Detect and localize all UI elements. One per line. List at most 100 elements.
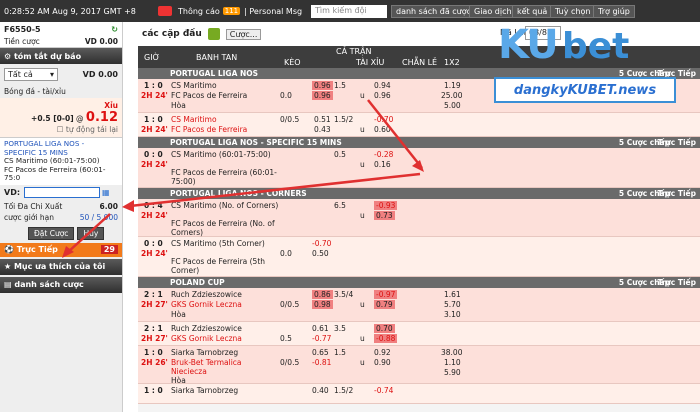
- away-team: Bruk-Bet Termalica Nieciecza: [171, 358, 242, 376]
- help-button[interactable]: Trợ giúp: [593, 5, 635, 18]
- match-score: 1 : 0: [144, 81, 163, 90]
- over-odds[interactable]: -0.93: [374, 201, 398, 210]
- under-odds[interactable]: 0.60: [374, 125, 391, 134]
- match-row: 2 : 1 2H 27' Ruch Zdzieszowice GKS Gorni…: [138, 322, 700, 346]
- under-odds[interactable]: 0.73: [374, 211, 395, 220]
- chevron-down-icon: ▾: [49, 70, 54, 79]
- league-name: POLAND CUP: [170, 278, 225, 287]
- auto-accept-checkbox[interactable]: ☐: [57, 125, 66, 134]
- team-search-input[interactable]: Tìm kiếm đội: [311, 5, 387, 18]
- home-win-odds[interactable]: 1.19: [444, 81, 461, 90]
- over-under-line: 1.5/2: [334, 386, 354, 395]
- away-win-odds[interactable]: 5.70: [444, 300, 461, 309]
- handicap-home-odds[interactable]: -0.70: [312, 239, 331, 248]
- refresh-icon[interactable]: ↻: [111, 25, 118, 34]
- calculator-icon[interactable]: ▦: [102, 188, 110, 197]
- live-link[interactable]: Trực Tiếp: [657, 137, 696, 148]
- auto-accept-label: tự động tái lại: [65, 125, 118, 134]
- handicap-away-odds[interactable]: -0.77: [312, 334, 331, 343]
- away-win-odds[interactable]: 1.10: [444, 358, 461, 367]
- bet-list-button[interactable]: danh sách đã cược: [391, 5, 477, 18]
- over-odds[interactable]: 0.92: [374, 348, 391, 357]
- under-odds[interactable]: 0.79: [374, 300, 395, 309]
- market-section: Bóng đá - tài/xỉu: [4, 87, 66, 96]
- home-team: CS Maritimo: [171, 115, 217, 124]
- live-link[interactable]: Trực Tiếp: [657, 188, 696, 199]
- under-label: u: [360, 358, 365, 367]
- results-button[interactable]: kết quả: [512, 5, 553, 18]
- match-row: 0 : 0 2H 24' CS Maritimo (5th Corner) FC…: [138, 237, 700, 277]
- cancel-bet-button[interactable]: Hủy: [77, 226, 105, 240]
- over-under-line: 1.5/2: [334, 115, 354, 124]
- home-team: CS Maritimo (5th Corner): [171, 239, 265, 248]
- handicap-away-odds[interactable]: -0.81: [312, 358, 331, 367]
- bet-list-header[interactable]: ▤ danh sách cược: [0, 276, 122, 293]
- stake-label: VD:: [4, 188, 21, 197]
- league-header[interactable]: PORTUGAL LIGA NOS - SPECIFIC 15 MINS 5 Cư…: [138, 137, 700, 148]
- home-team: Siarka Tarnobrzeg: [171, 348, 239, 357]
- handicap-away-odds[interactable]: 0.96: [312, 91, 333, 100]
- home-win-odds[interactable]: 1.61: [444, 290, 461, 299]
- refresh-icon[interactable]: [207, 28, 220, 40]
- over-odds[interactable]: 0.70: [374, 324, 395, 333]
- personal-msg-label: Personal Msg: [249, 6, 303, 16]
- league-header[interactable]: POLAND CUP 5 Cược chấp Trực Tiếp: [138, 277, 700, 288]
- match-time: 2H 24': [141, 249, 168, 258]
- match-score: 0 : 0: [144, 150, 163, 159]
- mail-icon[interactable]: [158, 6, 172, 16]
- match-time: 2H 24': [141, 211, 168, 220]
- handicap-home-odds[interactable]: 0.51: [314, 115, 331, 124]
- place-bet-button[interactable]: Đặt Cược: [28, 226, 75, 240]
- bet-odds: 0.12: [85, 110, 118, 125]
- handicap-away-odds[interactable]: 0.50: [312, 249, 329, 258]
- over-odds[interactable]: -0.70: [374, 115, 393, 124]
- under-odds[interactable]: 0.90: [374, 358, 391, 367]
- match-row: 2 : 1 2H 27' Ruch Zdzieszowice GKS Gorni…: [138, 288, 700, 322]
- credit-row: Tiền cược VD 0.00: [0, 36, 122, 48]
- handicap-away-odds[interactable]: 0.98: [312, 300, 333, 309]
- under-odds[interactable]: 0.96: [374, 91, 391, 100]
- match-score: 1 : 0: [144, 386, 163, 395]
- summary-header[interactable]: ⚙ tóm tắt dự báo: [0, 48, 122, 64]
- away-team: GKS Gornik Leczna: [171, 334, 242, 343]
- over-odds[interactable]: -0.97: [374, 290, 398, 299]
- over-odds[interactable]: -0.74: [374, 386, 393, 395]
- live-link[interactable]: Trực Tiếp: [657, 277, 696, 288]
- live-label: Trực Tiếp: [16, 245, 58, 254]
- home-team: CS Maritimo: [171, 81, 217, 90]
- handicap-home-odds[interactable]: 0.96: [312, 81, 333, 90]
- personal-msg-link[interactable]: | Personal Msg: [244, 7, 302, 16]
- handicap-home-odds[interactable]: 0.40: [312, 386, 329, 395]
- draw-odds[interactable]: 3.10: [444, 310, 461, 319]
- handicap-home-odds[interactable]: 0.65: [312, 348, 329, 357]
- favorites-header[interactable]: ★ Mục ưa thích của tôi: [0, 258, 122, 275]
- handicap-home-odds[interactable]: 0.61: [312, 324, 329, 333]
- header-full-time: CẢ TRẬN: [336, 47, 372, 56]
- draw-label: Hòa: [171, 101, 186, 110]
- options-button[interactable]: Tuỳ chọn: [550, 5, 596, 18]
- under-label: u: [360, 91, 365, 100]
- handicap-home-odds[interactable]: 0.86: [312, 290, 333, 299]
- over-odds[interactable]: 0.94: [374, 81, 391, 90]
- live-section[interactable]: ⚽ Trực Tiếp 29: [0, 242, 122, 257]
- over-under-line: 1.5: [334, 81, 346, 90]
- league-header[interactable]: PORTUGAL LIGA NOS - CORNERS 5 Cược chấp Tr…: [138, 188, 700, 199]
- transaction-button[interactable]: Giao dịch: [469, 5, 517, 18]
- custom-bet-button[interactable]: Cược...: [225, 28, 262, 40]
- away-team: FC Pacos de Ferreira (60:01-75:00): [171, 168, 277, 186]
- away-win-odds[interactable]: 25.00: [441, 91, 462, 100]
- under-odds[interactable]: 0.16: [374, 160, 391, 169]
- under-odds[interactable]: -0.88: [374, 334, 398, 343]
- handicap-away-odds[interactable]: 0.43: [314, 125, 331, 134]
- draw-odds[interactable]: 5.90: [444, 368, 461, 377]
- home-win-odds[interactable]: 38.00: [441, 348, 462, 357]
- under-label: u: [360, 334, 365, 343]
- favorites-label: Mục ưa thích của tôi: [13, 262, 106, 271]
- notice-link[interactable]: Thông cáo: [178, 7, 220, 16]
- filter-select[interactable]: Tất cả ▾: [4, 68, 58, 81]
- stake-input[interactable]: [24, 187, 101, 198]
- over-odds[interactable]: -0.28: [374, 150, 393, 159]
- bet-side: Xỉu: [104, 101, 118, 110]
- draw-odds[interactable]: 5.00: [444, 101, 461, 110]
- max-payout-value: 6.00: [99, 201, 118, 211]
